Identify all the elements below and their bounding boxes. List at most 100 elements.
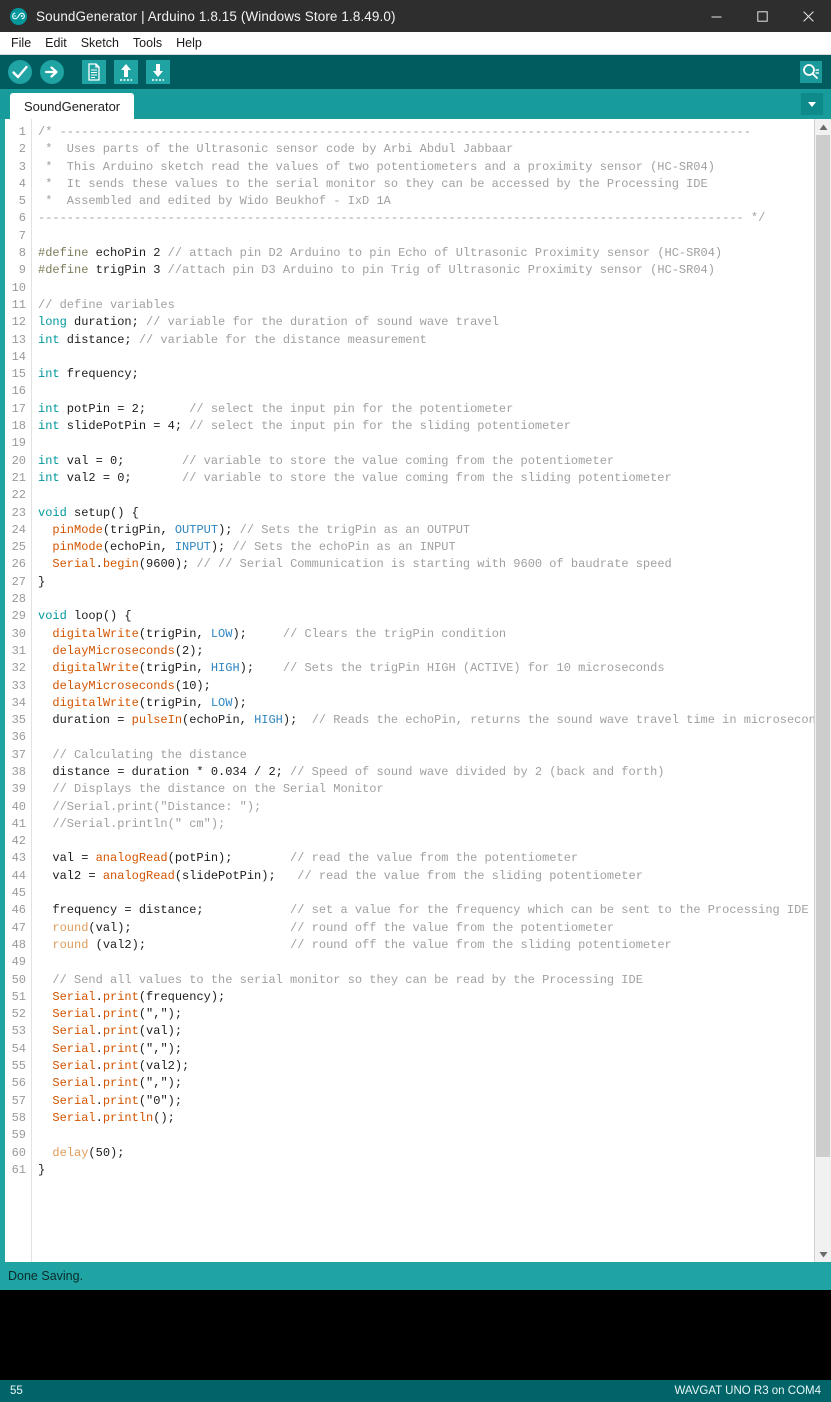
- line-number: 51: [11, 989, 26, 1004]
- code-line[interactable]: delayMicroseconds(2);: [38, 643, 831, 660]
- code-line[interactable]: int val = 0; // variable to store the va…: [38, 453, 831, 470]
- save-button[interactable]: [144, 58, 172, 86]
- code-line[interactable]: round(val); // round off the value from …: [38, 920, 831, 937]
- code-line[interactable]: delayMicroseconds(10);: [38, 678, 831, 695]
- code-line[interactable]: digitalWrite(trigPin, LOW); // Clears th…: [38, 626, 831, 643]
- menu-file[interactable]: File: [4, 32, 38, 54]
- line-number: 1: [18, 125, 26, 139]
- code-line[interactable]: int val2 = 0; // variable to store the v…: [38, 470, 831, 487]
- code-line[interactable]: void setup() {: [38, 505, 831, 522]
- editor-vertical-scrollbar[interactable]: [814, 119, 831, 1262]
- bottom-bar: 55 WAVGAT UNO R3 on COM4: [0, 1380, 831, 1402]
- code-line[interactable]: Serial.print(frequency);: [38, 989, 831, 1006]
- line-number: 61: [11, 1162, 26, 1177]
- open-button[interactable]: [112, 58, 140, 86]
- code-line[interactable]: [38, 729, 831, 746]
- code-line[interactable]: pinMode(trigPin, OUTPUT); // Sets the tr…: [38, 522, 831, 539]
- line-number: 31: [11, 643, 26, 658]
- serial-monitor-button[interactable]: [797, 58, 825, 86]
- code-line[interactable]: [38, 1127, 831, 1144]
- code-line[interactable]: }: [38, 1162, 831, 1179]
- code-line[interactable]: val = analogRead(potPin); // read the va…: [38, 850, 831, 867]
- minimize-button[interactable]: [693, 0, 739, 32]
- menu-edit[interactable]: Edit: [38, 32, 74, 54]
- code-line[interactable]: void loop() {: [38, 608, 831, 625]
- code-line[interactable]: #define echoPin 2 // attach pin D2 Ardui…: [38, 245, 831, 262]
- code-line[interactable]: Serial.println();: [38, 1110, 831, 1127]
- tab-bar: SoundGenerator: [0, 89, 831, 119]
- code-line[interactable]: Serial.begin(9600); // // Serial Communi…: [38, 556, 831, 573]
- code-line[interactable]: delay(50);: [38, 1145, 831, 1162]
- code-line[interactable]: #define trigPin 3 //attach pin D3 Arduin…: [38, 262, 831, 279]
- code-line[interactable]: int slidePotPin = 4; // select the input…: [38, 418, 831, 435]
- line-number: 18: [11, 419, 26, 434]
- line-number: 47: [11, 920, 26, 935]
- line-number: 36: [11, 730, 26, 745]
- code-line[interactable]: int potPin = 2; // select the input pin …: [38, 401, 831, 418]
- code-line[interactable]: Serial.print(",");: [38, 1006, 831, 1023]
- code-line[interactable]: }: [38, 574, 831, 591]
- code-line[interactable]: [38, 954, 831, 971]
- code-line[interactable]: // Displays the distance on the Serial M…: [38, 781, 831, 798]
- code-line[interactable]: int distance; // variable for the distan…: [38, 332, 831, 349]
- code-line[interactable]: [38, 885, 831, 902]
- tab-soundgenerator[interactable]: SoundGenerator: [10, 93, 135, 119]
- code-line[interactable]: int frequency;: [38, 366, 831, 383]
- line-number: 3: [18, 159, 26, 174]
- code-line[interactable]: [38, 591, 831, 608]
- line-number: 11: [11, 297, 26, 312]
- code-line[interactable]: frequency = distance; // set a value for…: [38, 902, 831, 919]
- code-line[interactable]: Serial.print(val2);: [38, 1058, 831, 1075]
- scroll-down-button[interactable]: [815, 1246, 831, 1262]
- menu-help[interactable]: Help: [169, 32, 209, 54]
- scrollbar-track[interactable]: [815, 135, 831, 1246]
- tab-menu-button[interactable]: [801, 93, 823, 115]
- code-line[interactable]: round (val2); // round off the value fro…: [38, 937, 831, 954]
- code-line[interactable]: Serial.print(",");: [38, 1075, 831, 1092]
- menu-tools[interactable]: Tools: [126, 32, 169, 54]
- code-line[interactable]: // Calculating the distance: [38, 747, 831, 764]
- code-line[interactable]: Serial.print(",");: [38, 1041, 831, 1058]
- code-line[interactable]: Serial.print("0");: [38, 1093, 831, 1110]
- maximize-button[interactable]: [739, 0, 785, 32]
- verify-button[interactable]: [6, 58, 34, 86]
- code-line[interactable]: distance = duration * 0.034 / 2; // Spee…: [38, 764, 831, 781]
- code-line[interactable]: //Serial.print("Distance: ");: [38, 799, 831, 816]
- scrollbar-thumb[interactable]: [816, 135, 830, 1158]
- code-line[interactable]: [38, 349, 831, 366]
- code-line[interactable]: digitalWrite(trigPin, HIGH); // Sets the…: [38, 660, 831, 677]
- code-line[interactable]: * This Arduino sketch read the values of…: [38, 159, 831, 176]
- line-number: 9: [18, 263, 26, 278]
- line-number: 29: [11, 609, 26, 624]
- code-line[interactable]: [38, 228, 831, 245]
- tab-label: SoundGenerator: [24, 98, 121, 114]
- code-line[interactable]: duration = pulseIn(echoPin, HIGH); // Re…: [38, 712, 831, 729]
- code-line[interactable]: //Serial.println(" cm");: [38, 816, 831, 833]
- code-line[interactable]: * Uses parts of the Ultrasonic sensor co…: [38, 141, 831, 158]
- close-button[interactable]: [785, 0, 831, 32]
- code-line[interactable]: * Assembled and edited by Wido Beukhof -…: [38, 193, 831, 210]
- code-line[interactable]: digitalWrite(trigPin, LOW);: [38, 695, 831, 712]
- code-line[interactable]: long duration; // variable for the durat…: [38, 314, 831, 331]
- code-line[interactable]: // define variables: [38, 297, 831, 314]
- code-line[interactable]: [38, 487, 831, 504]
- console-output[interactable]: [0, 1290, 831, 1380]
- code-editor[interactable]: 1 2 3 4 5 6 7 8 9 10 11 12 13 14 15 16 17 18 19 20 21 22 23 24 2…: [0, 119, 831, 1262]
- code-text-area[interactable]: /* -------------------------------------…: [32, 119, 831, 1262]
- code-line[interactable]: [38, 280, 831, 297]
- code-line[interactable]: // Send all values to the serial monitor…: [38, 972, 831, 989]
- code-line[interactable]: * It sends these values to the serial mo…: [38, 176, 831, 193]
- code-line[interactable]: pinMode(echoPin, INPUT); // Sets the ech…: [38, 539, 831, 556]
- code-line[interactable]: Serial.print(val);: [38, 1023, 831, 1040]
- code-line[interactable]: val2 = analogRead(slidePotPin); // read …: [38, 868, 831, 885]
- code-line[interactable]: [38, 435, 831, 452]
- code-line[interactable]: [38, 383, 831, 400]
- line-number: 14: [11, 349, 26, 364]
- code-line[interactable]: [38, 833, 831, 850]
- upload-button[interactable]: [38, 58, 66, 86]
- menu-sketch[interactable]: Sketch: [74, 32, 126, 54]
- code-line[interactable]: /* -------------------------------------…: [38, 124, 831, 141]
- scroll-up-button[interactable]: [815, 119, 831, 135]
- code-line[interactable]: ----------------------------------------…: [38, 210, 831, 227]
- new-button[interactable]: [80, 58, 108, 86]
